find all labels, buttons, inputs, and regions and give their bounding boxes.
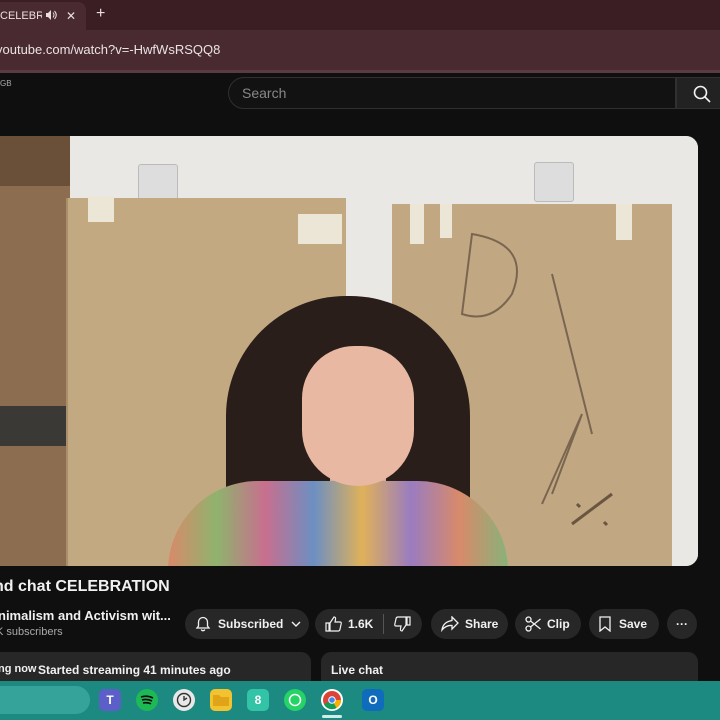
stream-info-card[interactable]: ng now Started streaming 41 minutes ago [0,652,311,682]
like-divider [383,614,385,634]
spotify-icon[interactable] [136,689,158,711]
person-sweater [168,481,508,566]
chrome-icon[interactable] [321,689,343,711]
subscribed-button[interactable]: Subscribed [185,609,309,639]
chevron-down-icon [291,621,301,627]
active-app-indicator [322,715,342,718]
video-shelf [0,406,70,446]
share-label: Share [465,617,499,631]
search-input[interactable]: Search [228,77,676,109]
new-tab-button[interactable]: + [96,5,105,23]
clock-app-icon[interactable] [173,689,195,711]
file-explorer-icon[interactable] [210,689,232,711]
os-taskbar: T 8 O [0,681,720,720]
search-placeholder: Search [242,85,287,101]
search-button[interactable] [676,77,720,109]
browser-tab[interactable]: CELEBRATIO ✕ [0,2,86,30]
bookmark-icon [599,616,611,632]
more-actions-button[interactable]: ··· [667,609,697,639]
address-bar[interactable]: youtube.com/watch?v=-HwfWsRSQQ8 [0,30,720,73]
channel-name[interactable]: nimalism and Activism wit... [0,608,171,623]
youtube-header: GB Search [0,73,720,125]
wall-switch [534,162,574,202]
video-cupboard [0,136,70,186]
thumbs-up-icon[interactable] [325,616,342,632]
app-8-icon[interactable]: 8 [247,689,269,711]
share-icon [441,616,459,632]
like-count: 1.6K [348,617,374,631]
subscriber-count: K subscribers [0,626,63,638]
whatsapp-icon[interactable] [284,689,306,711]
taskbar-search[interactable] [0,686,90,714]
stream-started-text: Started streaming 41 minutes ago [38,663,231,677]
video-title: nd chat CELEBRATION [0,578,170,595]
clip-button[interactable]: Clip [515,609,581,639]
live-status: ng now [0,663,37,675]
live-chat-panel[interactable]: Live chat [321,652,698,682]
close-tab-icon[interactable]: ✕ [66,9,76,23]
person-face [302,346,414,486]
video-player[interactable] [0,136,698,566]
live-chat-label: Live chat [331,663,384,677]
search-icon [693,85,711,103]
browser-tab-strip: CELEBRATIO ✕ + [0,0,720,30]
teams-icon[interactable]: T [99,689,121,711]
scissors-icon [525,616,541,632]
region-code: GB [0,79,12,88]
thumbs-down-icon[interactable] [394,616,411,632]
save-label: Save [619,617,648,631]
url-text[interactable]: youtube.com/watch?v=-HwfWsRSQQ8 [0,42,220,57]
tape [298,214,342,244]
tape [88,196,114,222]
share-button[interactable]: Share [431,609,508,639]
clip-label: Clip [547,617,570,631]
video-door [0,136,70,566]
speaker-icon[interactable] [46,9,57,23]
like-dislike-group[interactable]: 1.6K [315,609,422,639]
save-button[interactable]: Save [589,609,659,639]
bell-icon [195,616,211,632]
more-icon: ··· [676,617,688,631]
outlook-icon[interactable]: O [362,689,384,711]
subscribed-label: Subscribed [218,617,284,631]
tab-title: CELEBRATIO [0,10,42,22]
